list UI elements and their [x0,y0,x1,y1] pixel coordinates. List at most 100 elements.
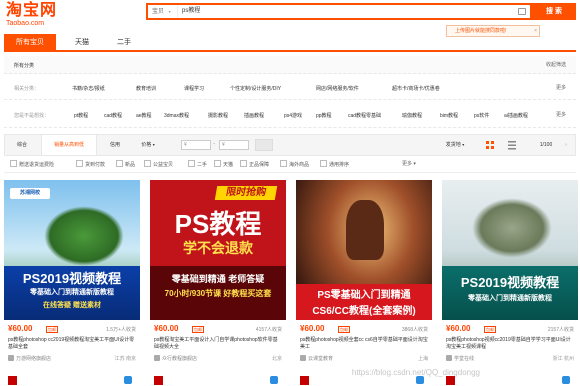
checkbox-genuine[interactable]: 正品保障 [240,160,269,168]
related-category-item[interactable]: 超市卡/商场卡/优惠卷 [392,85,440,92]
checkbox-tmall[interactable]: 天猫 [214,160,233,168]
product-image[interactable]: PS零基础入门到精通 CS6/CC教程(全套案例) [296,180,432,320]
product-price: ¥60.00 [300,324,325,333]
free-shipping-badge: 包邮 [192,326,204,333]
suggestion-item[interactable]: ps软件 [474,112,489,119]
camera-icon[interactable] [518,8,526,15]
filter-suggestions-row: 您是不是想找： pt教程 cad教程 ae教程 3dmax教程 摄影教程 插画教… [4,102,576,128]
suggestion-item[interactable]: 瑜伽教程 [402,112,422,119]
related-more-button[interactable]: 更多 [556,84,566,91]
product-title[interactable]: ps教程photoshop视频全套cc cs6自学零基础平面设计淘宝美工 [300,337,428,351]
related-categories-label: 相关分类： [14,86,40,92]
shop-icon [300,355,306,361]
wangwang-chat-icon[interactable] [562,376,570,384]
sort-price-label: 价格 [141,142,152,148]
product-title[interactable]: ps教程photoshop cc2019视频教程淘宝美工平面UI设计零基础全套 [8,337,136,351]
product-title[interactable]: ps教程photoshop视频cc2019零基础自学学习平面UI设计淘宝美工视频… [446,337,574,351]
banner-title: PS2019视频教程 [22,271,122,286]
ship-from-select[interactable]: 发货地 ▾ [435,135,475,155]
suggestion-item[interactable]: 3dmax教程 [164,112,189,119]
suggestion-item[interactable]: cad教程零基础 [348,112,381,119]
product-card[interactable]: PS零基础入门到精通 CS6/CC教程(全套案例) ¥60.00 包邮 3868… [296,180,432,386]
shop-name[interactable]: 学堂在线 [454,355,474,362]
page-indicator: 1/100 [539,142,553,148]
checkbox-cod[interactable]: 货到付款 [76,160,105,168]
product-price: ¥60.00 [446,324,471,333]
search-tabs: 所有宝贝 天猫 二手 [4,32,576,52]
price-min-input[interactable]: ¥ [181,140,211,150]
tab-second-hand[interactable]: 二手 [104,34,144,52]
checkbox-second-hand[interactable]: 二手 [188,160,207,168]
product-card[interactable]: PS2019视频教程 零基础入门到精通新版教程 ¥60.00 包邮 2157人收… [442,180,578,386]
suggestions-more-button[interactable]: 更多 [556,111,566,118]
chevron-down-icon: ▾ [152,142,155,147]
banner-title: PS零基础入门到精通 [317,290,411,301]
product-image[interactable]: 苏湘网校 PS2019视频教程 零基础入门到精通新版教程 在线答疑 赠送素材 [4,180,140,320]
banner-extra: 零基础到精通 老师答疑 [171,274,265,284]
product-location: 江苏 南京 [114,356,136,362]
checks-more-button[interactable]: 更多 ▾ [402,160,416,167]
free-shipping-badge: 包邮 [484,326,496,333]
suggestion-item[interactable]: ae教程 [136,112,152,119]
collapse-filters-button[interactable]: 收起筛选 [546,61,566,68]
product-image[interactable]: PS2019视频教程 零基础入门到精通新版教程 [442,180,578,320]
ship-from-label: 发货地 [445,142,461,148]
checkbox-overseas[interactable]: 海外商品 [280,160,309,168]
related-category-item[interactable]: 课程学习 [184,85,204,92]
suggestion-item[interactable]: pt教程 [74,112,88,119]
product-card[interactable]: 苏湘网校 PS2019视频教程 零基础入门到精通新版教程 在线答疑 赠送素材 ¥… [4,180,140,386]
suggestion-item[interactable]: 摄影教程 [208,112,228,119]
list-view-icon[interactable] [507,140,517,150]
suggestion-item[interactable]: pp教程 [316,112,332,119]
product-location: 上海 [417,356,428,362]
checkbox-new[interactable]: 新品 [116,160,135,168]
price-chart-icon[interactable] [255,139,273,151]
free-shipping-badge: 包邮 [46,326,58,333]
sort-by-sales[interactable]: 销量从高到低 [41,135,97,155]
wangwang-chat-icon[interactable] [270,376,278,384]
wangwang-chat-icon[interactable] [124,376,132,384]
price-range-dash: - [213,141,215,147]
next-page-arrow-icon[interactable]: › [559,135,573,155]
banner-subtitle: 零基础入门到精通新版教程 [30,289,114,296]
tmall-icon [154,376,163,385]
grid-view-icon[interactable] [485,140,495,150]
banner-extra-2: 70小时/930节课 好教程买这套 [164,289,272,298]
search-button[interactable]: 搜 索 [532,3,576,20]
sort-default[interactable]: 综合 [9,135,35,155]
checkbox-charity[interactable]: 公益宝贝 [144,160,173,168]
island-illustration [472,198,552,258]
related-category-item[interactable]: 网店/网络服务/软件 [316,85,359,92]
wangwang-chat-icon[interactable] [416,376,424,384]
tab-tmall[interactable]: 天猫 [62,34,102,52]
price-max-input[interactable]: ¥ [219,140,249,150]
search-input[interactable]: ps教程 [182,5,482,18]
checkbox-general-sort[interactable]: 通用排序 [320,160,349,168]
banner-title: PS教程 [174,209,262,239]
search-scope-select[interactable]: 宝贝 ▾ [148,5,178,18]
filter-checkbox-bar: 赠送退货运费险 货到付款 新品 公益宝贝 二手 天猫 正品保障 海外商品 通用排… [4,157,576,173]
product-sales: 1.5万+人收货 [106,327,136,333]
tab-all-items[interactable]: 所有宝贝 [4,34,56,52]
product-card[interactable]: 限时抢购 PS教程 学不会退款 零基础到精通 老师答疑 70小时/930节课 好… [150,180,286,386]
suggestion-item[interactable]: ps4游戏 [284,112,302,119]
island-illustration [44,206,124,266]
suggestion-item[interactable]: ai插画教程 [504,112,528,119]
suggestion-item[interactable]: cad教程 [104,112,122,119]
shop-name[interactable]: 云课堂教育 [308,355,333,362]
related-category-item[interactable]: 教育培训 [136,85,156,92]
shop-name[interactable]: 众行教程旗舰店 [162,355,197,362]
shop-name[interactable]: 万游网络旗舰店 [16,355,51,362]
product-title[interactable]: ps教程淘宝美工平面设计入门自学课photoshop软件零基础视频大全 [154,337,282,351]
logo-cn: 淘宝网 [6,2,58,19]
sort-by-price[interactable]: 价格 ▾ [133,135,163,155]
checkbox-return-insurance[interactable]: 赠送退货运费险 [10,160,54,168]
product-image[interactable]: 限时抢购 PS教程 学不会退款 零基础到精通 老师答疑 70小时/930节课 好… [150,180,286,320]
suggestion-item[interactable]: 插画教程 [244,112,264,119]
related-category-item[interactable]: 书籍/杂志/报纸 [72,85,105,92]
related-category-item[interactable]: 个性定制/设计服务/DIY [230,85,281,92]
taobao-logo[interactable]: 淘宝网 Taobao.com [6,2,57,27]
product-price: ¥60.00 [8,324,33,333]
sort-by-credit[interactable]: 信用 [103,135,127,155]
suggestion-item[interactable]: bim教程 [440,112,458,119]
